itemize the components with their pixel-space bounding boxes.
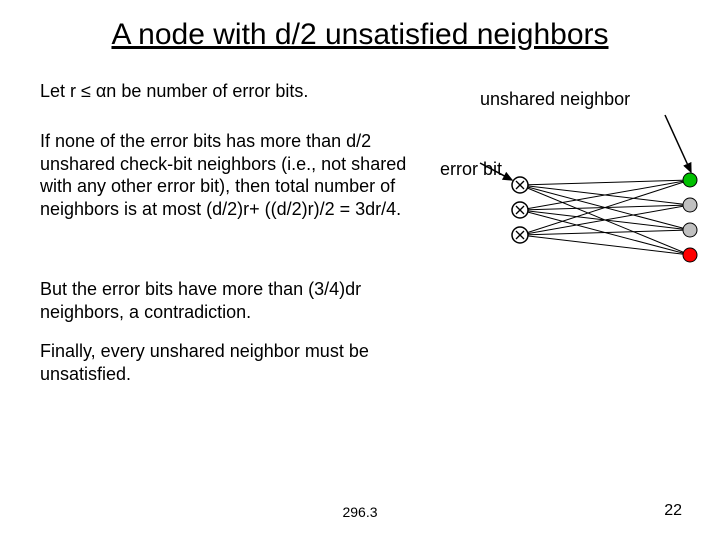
right-node-icon [683, 198, 697, 212]
right-node-icon [683, 173, 697, 187]
left-node-icon [512, 227, 528, 243]
footer-page-number: 22 [664, 502, 682, 520]
para-finally: Finally, every unshared neighbor must be… [40, 340, 440, 385]
para-let: Let r ≤ αn be number of error bits. [40, 80, 440, 103]
arrow-unshared-icon [665, 115, 691, 172]
left-node-icon [512, 202, 528, 218]
left-node-icon [512, 177, 528, 193]
bipartite-diagram [430, 100, 705, 280]
slide-title: A node with d/2 unsatisfied neighbors [0, 18, 720, 52]
right-node-icon [683, 223, 697, 237]
para-but: But the error bits have more than (3/4)d… [40, 278, 440, 323]
arrow-errorbit-icon [480, 163, 512, 180]
footer-course: 296.3 [0, 504, 720, 520]
right-node-icon [683, 248, 697, 262]
para-ifnone: If none of the error bits has more than … [40, 130, 440, 220]
